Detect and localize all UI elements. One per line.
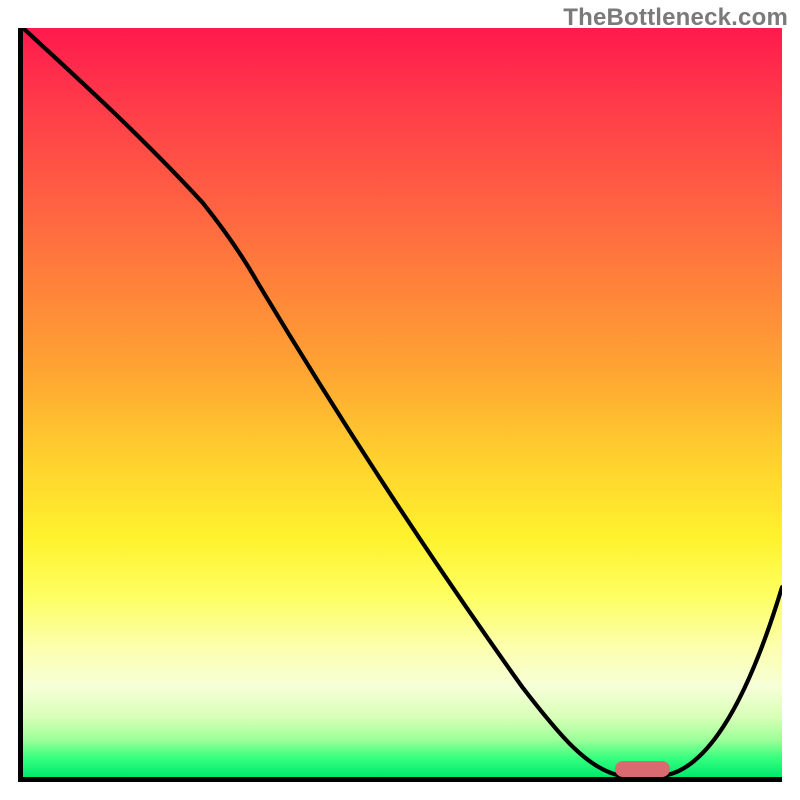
optimal-zone-marker bbox=[615, 761, 670, 777]
curve-svg bbox=[23, 28, 782, 777]
chart-stage: TheBottleneck.com bbox=[0, 0, 800, 800]
bottleneck-curve-path bbox=[23, 28, 782, 775]
plot-area bbox=[18, 28, 782, 782]
